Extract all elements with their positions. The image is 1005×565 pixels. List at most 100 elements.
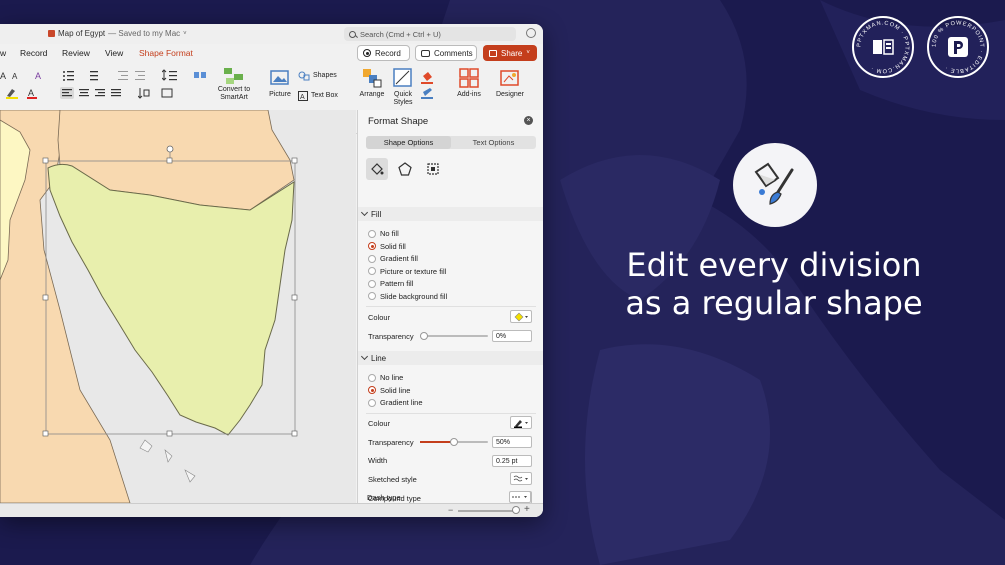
- close-icon[interactable]: ×: [524, 116, 533, 125]
- slide-canvas[interactable]: [0, 110, 356, 503]
- svg-text:A: A: [300, 94, 305, 101]
- record-label: Record: [375, 48, 401, 58]
- effects-tab[interactable]: [394, 158, 416, 180]
- highlight-font-color-icons[interactable]: A: [6, 87, 48, 99]
- fill-transparency-input[interactable]: 0%: [492, 330, 532, 342]
- radio-button[interactable]: [368, 292, 376, 300]
- paint-bucket-icon: [371, 163, 384, 175]
- line-transparency-slider[interactable]: [420, 438, 488, 446]
- arrange-button[interactable]: Arrange: [358, 67, 386, 99]
- comments-button[interactable]: Comments: [415, 45, 477, 61]
- tab-text-options[interactable]: Text Options: [451, 136, 536, 149]
- line-transparency-knob[interactable]: [450, 438, 458, 446]
- tab-partial[interactable]: w: [0, 48, 6, 58]
- convert-smartart-label-2: SmartArt: [220, 94, 248, 101]
- search-placeholder: Search (Cmd + Ctrl + U): [360, 29, 441, 39]
- dash-type-dropdown[interactable]: [509, 491, 531, 503]
- share-icon: [489, 49, 497, 57]
- indent-icons[interactable]: [118, 69, 148, 81]
- resize-handle-br[interactable]: [291, 430, 298, 437]
- tab-shape-format[interactable]: Shape Format: [139, 48, 193, 58]
- fill-transparency-label: Transparency: [368, 332, 414, 341]
- line-section-header[interactable]: Line: [358, 351, 543, 365]
- fill-section-header[interactable]: Fill: [358, 207, 543, 221]
- zoom-in-icon[interactable]: +: [524, 504, 530, 515]
- radio-button[interactable]: [368, 267, 376, 275]
- pptxman-badge: PPTXMAN.COM · PPTXMAN.COM ·: [852, 16, 914, 78]
- resize-handle-t[interactable]: [166, 157, 173, 164]
- search-box[interactable]: Search (Cmd + Ctrl + U): [344, 27, 516, 41]
- fill-line-tab[interactable]: [366, 158, 388, 180]
- quick-styles-button[interactable]: Quick Styles: [390, 67, 416, 107]
- fill-section-label: Fill: [371, 209, 382, 219]
- radio-button[interactable]: [368, 279, 376, 288]
- zoom-out-icon[interactable]: −: [448, 505, 453, 515]
- fill-colour-button[interactable]: [510, 310, 532, 323]
- size-properties-tab[interactable]: [422, 158, 444, 180]
- record-button[interactable]: Record: [357, 45, 410, 61]
- share-button[interactable]: Share ˅: [483, 45, 537, 61]
- line-option[interactable]: Gradient line: [368, 398, 423, 407]
- chevron-down-icon[interactable]: ˅: [183, 31, 187, 37]
- picture-button[interactable]: Picture: [266, 69, 294, 99]
- designer-button[interactable]: Designer: [494, 67, 526, 99]
- shape-fill-outline-icons[interactable]: [420, 70, 442, 100]
- resize-handle-tl[interactable]: [42, 157, 49, 164]
- add-ins-button[interactable]: Add-ins: [455, 67, 483, 99]
- resize-handle-b[interactable]: [166, 430, 173, 437]
- text-box-button[interactable]: A Text Box: [298, 91, 338, 101]
- shapes-label: Shapes: [313, 72, 337, 79]
- line-transparency-input[interactable]: 50%: [492, 436, 532, 448]
- zoom-slider-knob[interactable]: [512, 506, 520, 514]
- fill-option[interactable]: Picture or texture fill: [368, 267, 446, 276]
- tab-view[interactable]: View: [105, 48, 123, 58]
- convert-smartart-button[interactable]: Convert to SmartArt: [216, 66, 252, 102]
- fill-option[interactable]: Gradient fill: [368, 254, 418, 263]
- radio-button[interactable]: [368, 398, 376, 407]
- bullets-numbering-icons[interactable]: [62, 69, 110, 81]
- resize-handle-tr[interactable]: [291, 157, 298, 164]
- fill-option[interactable]: Pattern fill: [368, 279, 413, 288]
- line-option[interactable]: No line: [368, 373, 403, 382]
- radio-button[interactable]: [368, 229, 376, 238]
- text-box-icon: A: [298, 91, 308, 101]
- tab-review[interactable]: Review: [62, 48, 90, 58]
- tab-record[interactable]: Record: [20, 48, 47, 58]
- width-input[interactable]: 0.25 pt: [492, 455, 532, 467]
- resize-handle-l[interactable]: [42, 294, 49, 301]
- text-direction-icons[interactable]: [138, 87, 184, 99]
- radio-button[interactable]: [368, 386, 376, 394]
- fill-transparency-knob[interactable]: [420, 332, 428, 340]
- fill-tool-illustration: [733, 143, 817, 227]
- font-size-icons[interactable]: A A A: [0, 69, 46, 81]
- line-option[interactable]: Solid line: [368, 386, 410, 395]
- resize-handle-r[interactable]: [291, 294, 298, 301]
- svg-text:A: A: [35, 71, 41, 81]
- fill-option[interactable]: Solid fill: [368, 242, 406, 251]
- fill-option-label: Gradient fill: [380, 254, 418, 263]
- zoom-slider[interactable]: [458, 510, 518, 512]
- line-colour-button[interactable]: [510, 416, 532, 429]
- line-colour-label: Colour: [368, 419, 391, 428]
- radio-button[interactable]: [368, 373, 376, 382]
- tab-shape-options[interactable]: Shape Options: [366, 136, 451, 149]
- save-status[interactable]: — Saved to my Mac: [108, 29, 180, 38]
- fill-option[interactable]: No fill: [368, 229, 399, 238]
- svg-text:A: A: [12, 72, 18, 81]
- shapes-button[interactable]: Shapes: [298, 71, 337, 81]
- columns-icon[interactable]: [194, 69, 208, 81]
- line-spacing-icon[interactable]: [162, 69, 182, 81]
- pane-title: Format Shape: [368, 116, 429, 127]
- rotate-handle[interactable]: [166, 145, 174, 153]
- fill-transparency-slider[interactable]: [420, 332, 488, 340]
- smartart-icon: [224, 68, 243, 84]
- pane-icon-tabs: [366, 158, 444, 180]
- radio-button[interactable]: [368, 242, 376, 250]
- alignment-icons[interactable]: [60, 87, 126, 99]
- fill-option[interactable]: Slide background fill: [368, 292, 447, 301]
- radio-button[interactable]: [368, 254, 376, 263]
- size-icon: [427, 163, 439, 175]
- share-people-icon[interactable]: [526, 28, 536, 38]
- resize-handle-bl[interactable]: [42, 430, 49, 437]
- sketched-style-dropdown[interactable]: [510, 472, 532, 485]
